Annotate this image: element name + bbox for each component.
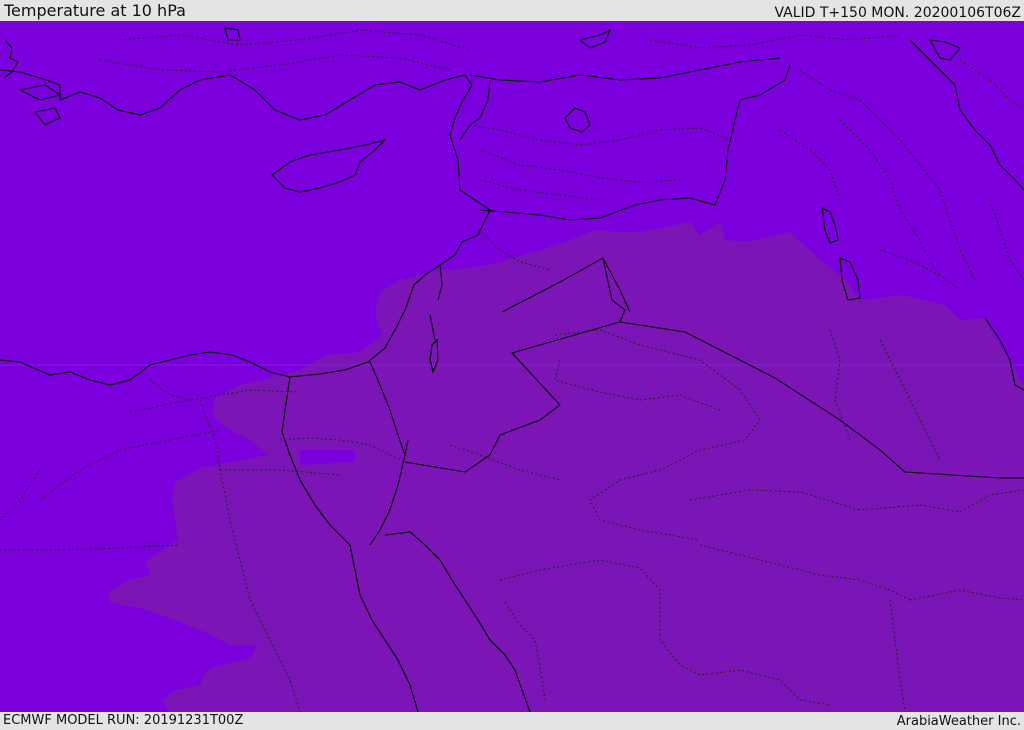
model-run-label: ECMWF MODEL RUN: 20191231T00Z bbox=[3, 713, 244, 728]
map-title: Temperature at 10 hPa bbox=[4, 1, 186, 20]
footer-bar: ECMWF MODEL RUN: 20191231T00Z ArabiaWeat… bbox=[0, 712, 1024, 729]
credit-label: ArabiaWeather Inc. bbox=[896, 714, 1021, 729]
valid-time: VALID T+150 MON. 20200106T06Z bbox=[774, 5, 1021, 21]
weather-map bbox=[0, 21, 1024, 712]
header-bar: Temperature at 10 hPa VALID T+150 MON. 2… bbox=[0, 0, 1024, 21]
